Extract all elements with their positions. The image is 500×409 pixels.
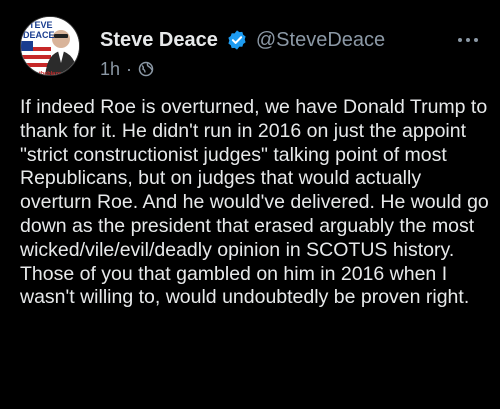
timestamp[interactable]: 1h [100, 59, 120, 80]
more-dot [458, 38, 462, 42]
more-options-icon[interactable] [452, 32, 484, 48]
avatar-image: STEVE DEACE theblaze [21, 17, 79, 76]
more-dot [466, 38, 470, 42]
author-name[interactable]: Steve Deace [100, 29, 218, 52]
verified-badge-icon [226, 29, 248, 51]
tweet-meta: 1h · [100, 58, 154, 80]
meta-separator: · [126, 58, 133, 79]
avatar-text-line2: DEACE [23, 30, 55, 40]
author-handle[interactable]: @SteveDeace [256, 29, 385, 52]
tweet[interactable]: STEVE DEACE theblaze Steve Deace @SteveD… [0, 0, 500, 409]
avatar[interactable]: STEVE DEACE theblaze [20, 16, 80, 76]
tweet-body: If indeed Roe is overturned, we have Don… [20, 96, 489, 309]
tweet-header: Steve Deace @SteveDeace [100, 27, 385, 53]
avatar-brand: theblaze [39, 71, 61, 76]
avatar-text-line1: STEVE [23, 20, 53, 30]
globe-icon [138, 61, 154, 77]
more-dot [474, 38, 478, 42]
